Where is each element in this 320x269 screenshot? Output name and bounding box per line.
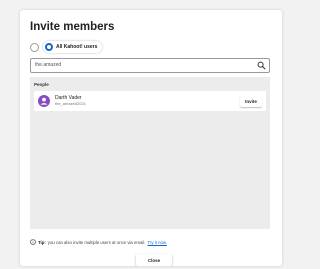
user-result-row: Darth Vader the_amazed2021 Invite: [34, 91, 266, 111]
user-handle: the_amazed2021: [55, 101, 86, 106]
dialog-title: Invite members: [30, 21, 115, 33]
search-icon[interactable]: [257, 61, 266, 70]
tip-text: you can also invite multiple users at on…: [47, 239, 146, 245]
tip-line: Tip: you can also invite multiple users …: [30, 238, 167, 246]
selected-radio-icon: [45, 43, 53, 51]
lightbulb-icon: [30, 239, 36, 245]
audience-option-label: All Kahoot! users: [56, 44, 98, 50]
user-avatar-icon: [40, 97, 48, 105]
unselected-radio[interactable]: [30, 42, 39, 52]
search-results-panel: People Darth Vader the_amazed2021 Invite: [30, 77, 270, 229]
close-button[interactable]: Close: [136, 254, 172, 266]
try-it-now-link[interactable]: Try it now.: [147, 240, 166, 245]
search-input[interactable]: the.amazed: [35, 62, 61, 68]
invite-button[interactable]: Invite: [240, 95, 262, 107]
search-field[interactable]: the.amazed: [30, 58, 270, 73]
all-kahoot-users-option[interactable]: All Kahoot! users: [43, 41, 103, 53]
invite-members-dialog: Invite members All Kahoot! users the.ama…: [20, 10, 282, 266]
audience-selector: All Kahoot! users: [30, 41, 103, 53]
people-section-label: People: [34, 82, 49, 87]
avatar: [38, 95, 50, 107]
tip-label: Tip:: [38, 239, 46, 245]
